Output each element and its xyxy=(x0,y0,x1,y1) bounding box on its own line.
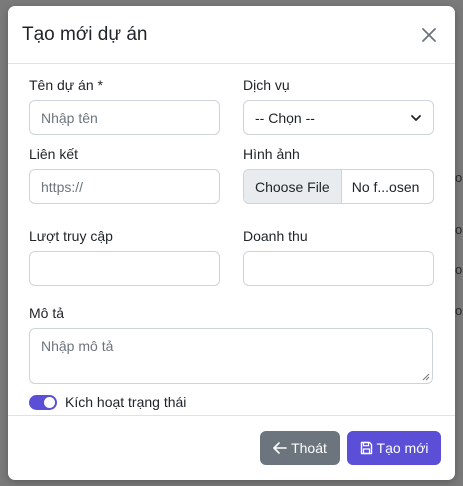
name-label: Tên dự án * xyxy=(29,77,103,93)
service-select[interactable]: -- Chọn -- xyxy=(243,100,434,135)
create-project-modal: Tạo mới dự án Tên dự án * Dịch vụ -- Chọ… xyxy=(8,6,455,480)
modal-header: Tạo mới dự án xyxy=(8,6,455,64)
close-icon xyxy=(422,27,436,42)
file-name: No f...osen xyxy=(351,178,420,195)
description-placeholder: Nhập mô tả xyxy=(41,338,114,354)
name-input[interactable] xyxy=(29,100,220,135)
revenue-input[interactable] xyxy=(243,251,434,286)
create-button-label: Tạo mới xyxy=(376,440,429,456)
modal-title: Tạo mới dự án xyxy=(22,23,148,45)
description-label: Mô tả xyxy=(29,305,65,321)
close-button[interactable] xyxy=(417,23,441,47)
active-toggle-label: Kích hoạt trạng thái xyxy=(65,394,187,410)
visits-label: Lượt truy cập xyxy=(29,228,113,244)
modal-footer: Thoát Tạo mới xyxy=(8,415,455,480)
link-label: Liên kết xyxy=(29,146,79,162)
exit-button[interactable]: Thoát xyxy=(260,431,340,465)
background-fragment: on xyxy=(455,262,463,277)
description-textarea[interactable]: Nhập mô tả xyxy=(29,328,433,384)
create-button[interactable]: Tạo mới xyxy=(347,431,441,465)
arrow-left-icon xyxy=(273,442,287,454)
background-fragment: on xyxy=(455,222,463,237)
exit-button-label: Thoát xyxy=(291,440,327,456)
resize-grip-icon[interactable] xyxy=(422,373,430,381)
modal-body: Tên dự án * Dịch vụ -- Chọn -- Liên kết xyxy=(8,77,455,429)
background-fragment: on xyxy=(455,303,463,318)
image-file-input[interactable]: Choose File No f...osen xyxy=(243,169,434,204)
image-label: Hình ảnh xyxy=(243,146,300,162)
visits-input[interactable] xyxy=(29,251,220,286)
chevron-down-icon xyxy=(411,114,421,121)
link-input[interactable] xyxy=(29,169,220,204)
active-toggle[interactable] xyxy=(29,394,57,410)
background-fragment: on xyxy=(455,170,463,185)
service-selected-value: -- Chọn -- xyxy=(255,109,315,126)
service-label: Dịch vụ xyxy=(243,77,290,93)
choose-file-button[interactable]: Choose File xyxy=(244,170,342,203)
save-icon xyxy=(360,441,372,455)
revenue-label: Doanh thu xyxy=(243,228,308,244)
